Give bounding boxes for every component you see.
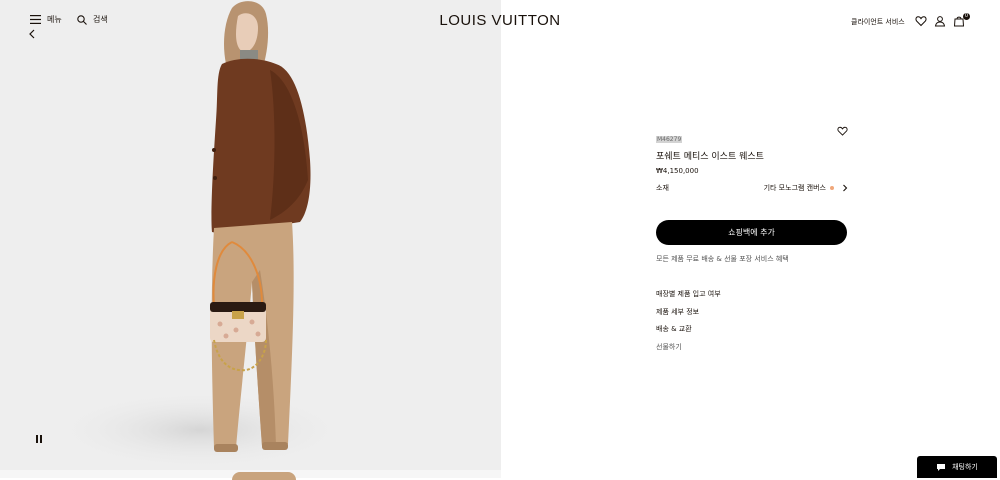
product-price: ₩4,150,000 [656, 167, 699, 175]
brand-logo[interactable]: LOUIS VUITTON [400, 12, 600, 29]
search-icon [77, 14, 87, 25]
product-sku: M46279 [656, 136, 683, 143]
heart-icon[interactable] [915, 15, 927, 27]
chat-button[interactable]: 채팅하기 [917, 456, 997, 478]
next-image-preview [232, 472, 296, 480]
material-value: 기타 모노그램 캔버스 [763, 184, 826, 192]
product-info: M46279 포쉐트 메티스 이스트 웨스트 ₩4,150,000 [656, 126, 848, 175]
next-image-strip [0, 470, 501, 480]
chat-bubble-icon [937, 463, 946, 471]
wishlist-heart-icon[interactable] [837, 126, 848, 136]
hero-image [0, 0, 501, 478]
material-value-wrap: 기타 모노그램 캔버스 [764, 183, 834, 193]
cart-count-badge: 0 [963, 13, 970, 20]
product-info-links: 매장별 제품 입고 여부 제품 세부 정보 배송 & 교환 선물하기 [656, 290, 721, 360]
link-store-availability[interactable]: 매장별 제품 입고 여부 [656, 290, 721, 308]
link-product-details[interactable]: 제품 세부 정보 [656, 308, 721, 326]
menu-label: 메뉴 [47, 15, 62, 24]
product-name: 포쉐트 메티스 이스트 웨스트 [656, 152, 764, 162]
client-services-link[interactable]: 클라이언트 서비스 [851, 17, 905, 27]
pause-icon[interactable] [34, 434, 44, 444]
material-label: 소재 [656, 184, 669, 192]
link-gift[interactable]: 선물하기 [656, 343, 721, 361]
add-to-cart-button[interactable]: 쇼핑백에 추가 [656, 220, 847, 245]
material-swatch [830, 186, 834, 190]
menu-button[interactable]: 메뉴 [30, 14, 62, 25]
search-button[interactable]: 검색 [77, 14, 108, 25]
model-photo [50, 1, 350, 470]
back-arrow-icon[interactable] [28, 28, 38, 40]
menu-icon [30, 15, 41, 24]
site-header: 메뉴 검색 LOUIS VUITTON 클라이언트 서비스 0 [0, 0, 1000, 42]
material-selector[interactable]: 소재 기타 모노그램 캔버스 [656, 183, 848, 195]
chat-label: 채팅하기 [952, 463, 978, 471]
shipping-note: 모든 제품 무료 배송 & 선물 포장 서비스 혜택 [656, 255, 789, 263]
chevron-right-icon [843, 184, 848, 192]
user-icon[interactable] [934, 15, 946, 27]
link-shipping-returns[interactable]: 배송 & 교환 [656, 325, 721, 343]
search-label: 검색 [93, 15, 108, 24]
